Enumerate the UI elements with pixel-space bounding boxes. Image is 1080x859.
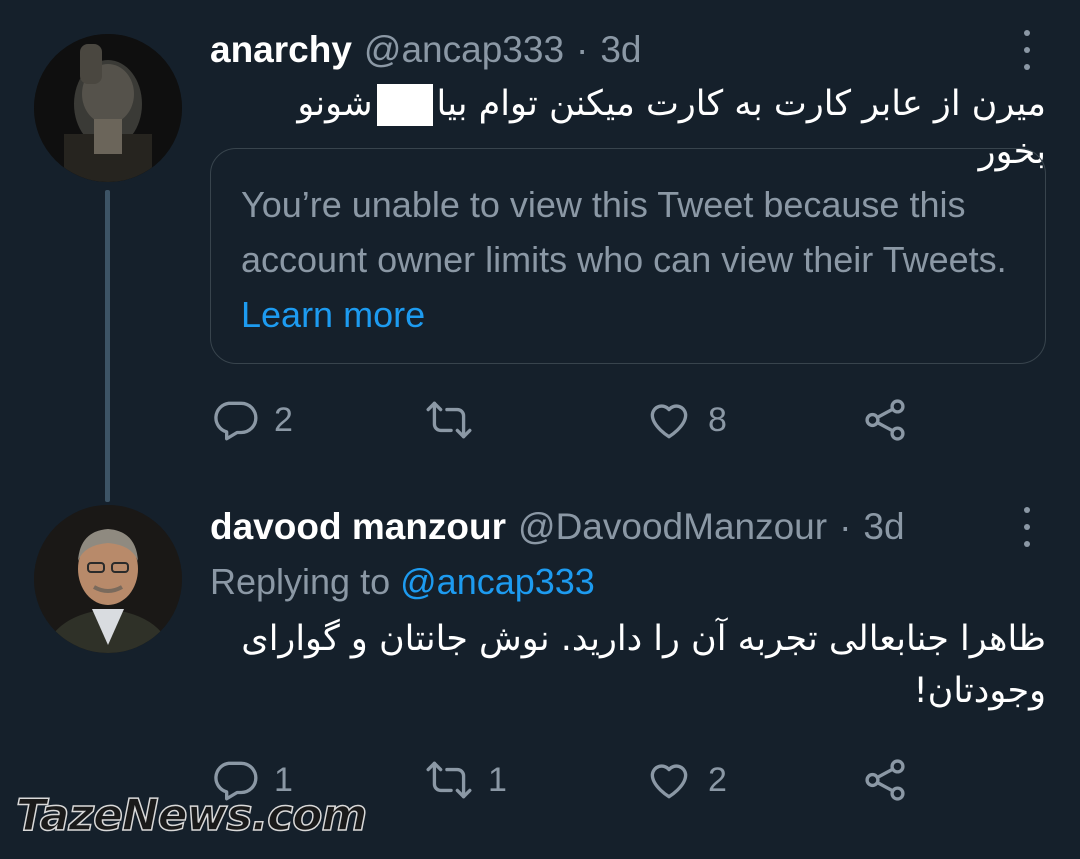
thread-line: [105, 190, 110, 502]
tweet-header: davood manzour @DavoodManzour · 3d: [210, 505, 1020, 549]
retweet-count: 1: [488, 760, 507, 799]
separator: ·: [839, 506, 852, 547]
tweet-anarchy[interactable]: anarchy @ancap333 · 3d میرن از عابر کارت…: [0, 0, 1080, 502]
redaction-box: [376, 84, 433, 126]
like-count: 8: [708, 400, 727, 439]
avatar-davood-manzour[interactable]: [34, 505, 182, 653]
retweet-icon: [426, 761, 472, 799]
tweet-header: anarchy @ancap333 · 3d: [210, 28, 1020, 72]
like-icon: [650, 764, 688, 799]
separator: ·: [576, 29, 589, 70]
author-handle[interactable]: @DavoodManzour: [518, 505, 827, 549]
timestamp[interactable]: 3d: [863, 505, 904, 549]
reply-count: 2: [274, 400, 293, 439]
reply-icon: [214, 401, 258, 441]
author-handle[interactable]: @ancap333: [364, 28, 564, 72]
more-icon[interactable]: [1020, 30, 1034, 70]
replying-to-handle[interactable]: @ancap333: [400, 561, 595, 602]
unavailable-message: You’re unable to view this Tweet because…: [241, 184, 1007, 280]
replying-to-label: Replying to: [210, 561, 391, 602]
share-icon: [865, 759, 905, 801]
share-icon: [865, 399, 905, 441]
unavailable-tweet-card: You’re unable to view this Tweet because…: [210, 148, 1046, 364]
timestamp[interactable]: 3d: [600, 28, 641, 72]
tweet-text: ظاهرا جنابعالی تجربه آن را دارید. نوش جا…: [241, 619, 1046, 711]
watermark: TazeNews.com: [15, 789, 368, 842]
retweet-button[interactable]: [424, 390, 488, 450]
like-button[interactable]: 8: [644, 390, 727, 450]
like-count: 2: [708, 760, 727, 799]
action-bar: 2 8: [210, 390, 970, 450]
avatar-anarchy[interactable]: [34, 34, 182, 182]
author-name[interactable]: davood manzour: [210, 505, 506, 549]
retweet-icon: [426, 401, 472, 439]
more-icon[interactable]: [1020, 507, 1034, 547]
like-icon: [650, 404, 688, 439]
author-name[interactable]: anarchy: [210, 28, 352, 72]
retweet-button[interactable]: 1: [424, 750, 507, 810]
tweet-text-part-1: میرن از عابر کارت به کارت میکنن توام بیا: [436, 84, 1046, 124]
share-button[interactable]: [860, 750, 910, 810]
like-button[interactable]: 2: [644, 750, 727, 810]
share-button[interactable]: [860, 390, 910, 450]
reply-button[interactable]: 2: [210, 390, 293, 450]
replying-to: Replying to @ancap333: [210, 559, 595, 605]
learn-more-link[interactable]: Learn more: [241, 294, 425, 335]
